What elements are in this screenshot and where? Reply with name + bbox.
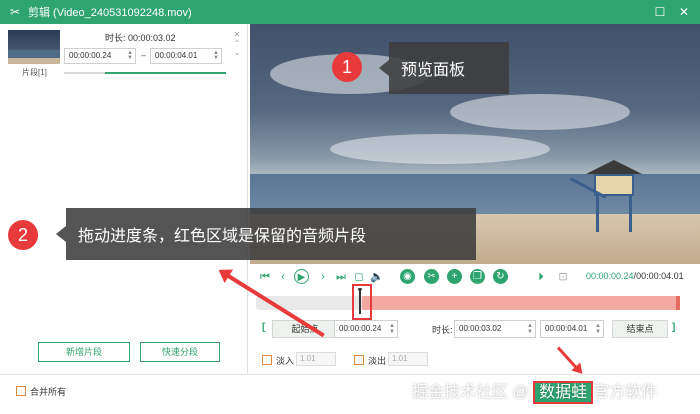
clip-start-time-input[interactable]: 00:00:00.24 ▲ ▼ — [64, 48, 136, 64]
range-row: [ 起始点 00:00:00.24 ▲ ▼ 时长: 00:00:03.02 ▲ ▼ … — [262, 320, 680, 338]
camera-icon[interactable]: ◉ — [400, 269, 415, 284]
duration-label: 时长: — [432, 325, 453, 335]
fade-out-label: 淡出 — [368, 356, 387, 366]
prev-icon[interactable]: ‹ — [276, 270, 290, 284]
total-time: 00:00:04.01 — [636, 271, 684, 281]
fade-in-checkbox[interactable] — [262, 355, 272, 365]
refresh-icon[interactable]: ↻ — [493, 269, 508, 284]
selection-end-handle[interactable] — [676, 296, 680, 310]
fade-out-input[interactable]: 1.01 — [388, 352, 428, 366]
loop-icon[interactable]: ⊡ — [556, 270, 570, 284]
clip-list-panel: 片段[1] 时长: 00:00:03.02 00:00:00.24 ▲ ▼ – 0… — [0, 24, 248, 374]
stop-icon[interactable]: ◻ — [352, 270, 366, 284]
clip-label: 片段[1] — [22, 68, 47, 77]
clip-progress-fill — [104, 72, 226, 74]
timeline-selection[interactable] — [362, 296, 680, 310]
fade-out-checkbox[interactable] — [354, 355, 364, 365]
add-segment-button[interactable]: 新增片段 — [38, 342, 130, 362]
current-time: 00:00:00.24 — [586, 271, 634, 281]
annotation-arrow — [556, 346, 578, 370]
maximize-icon[interactable]: ☐ — [652, 4, 668, 20]
watermark: 掘金技术社区 @ 数据蛙 官方软件 — [412, 378, 658, 404]
scissors-icon: ✂ — [9, 5, 21, 19]
start-time-value: 00:00:00.24 — [339, 324, 382, 333]
play-selection-icon[interactable]: ⏵ — [534, 270, 548, 284]
clip-thumbnail[interactable] — [8, 30, 60, 64]
clip-start-time-value: 00:00:00.24 — [69, 51, 112, 60]
clip-side-controls: ✕ ⌃ ⌄ — [232, 30, 242, 57]
close-icon[interactable]: ✕ — [676, 4, 692, 20]
close-icon[interactable]: ✕ — [232, 30, 242, 39]
scissor-icon[interactable]: ✂ — [424, 269, 439, 284]
skip-end-icon[interactable]: ⏭ — [334, 270, 348, 284]
annotation-callout-1: 预览面板 — [379, 42, 509, 94]
fade-row: 淡入 1.01 淡出 1.01 — [262, 352, 462, 368]
time-readout: 00:00:00.24/00:00:04.01 — [586, 271, 684, 281]
volume-icon[interactable]: 🔈 — [370, 270, 384, 284]
duration-input[interactable]: 00:00:03.02 ▲ ▼ — [454, 320, 536, 338]
end-time-input[interactable]: 00:00:04.01 ▲ ▼ — [540, 320, 604, 338]
lifeguard-tower — [586, 160, 642, 174]
duration-value: 00:00:03.02 — [459, 324, 502, 333]
chevron-down-icon[interactable]: ⌄ — [232, 48, 242, 57]
watermark-highlight: 数据蛙 — [533, 381, 594, 404]
clip-duration: 时长: 00:00:03.02 — [105, 33, 176, 43]
chevron-up-icon[interactable]: ⌃ — [232, 39, 242, 48]
annotation-highlight-box — [352, 284, 372, 320]
start-time-input[interactable]: 00:00:00.24 ▲ ▼ — [334, 320, 398, 338]
copy-icon[interactable]: ❐ — [470, 269, 485, 284]
range-separator: – — [141, 50, 147, 60]
set-end-button[interactable]: 结束点 — [612, 320, 668, 338]
bracket-left: [ — [262, 322, 266, 333]
merge-all-checkbox[interactable] — [16, 386, 26, 396]
spinner-icon[interactable]: ▲ ▼ — [213, 50, 219, 61]
spinner-icon[interactable]: ▲ ▼ — [595, 323, 601, 335]
annotation-badge-2: 2 — [8, 220, 38, 250]
annotation-badge-1: 1 — [332, 52, 362, 82]
skip-start-icon[interactable]: ⏮ — [258, 270, 272, 284]
end-time-value: 00:00:04.01 — [545, 324, 588, 333]
add-icon[interactable]: + — [447, 269, 462, 284]
play-icon[interactable]: ▶ — [294, 269, 309, 284]
merge-all-label: 合并所有 — [30, 387, 67, 397]
fade-in-label: 淡入 — [276, 356, 295, 366]
bracket-right: ] — [672, 322, 676, 333]
watermark-suffix: 官方软件 — [593, 384, 658, 401]
window-title: 剪辑 (Video_240531092248.mov) — [28, 7, 192, 19]
fade-in-input[interactable]: 1.01 — [296, 352, 336, 366]
spinner-icon[interactable]: ▲ ▼ — [127, 50, 133, 61]
spinner-icon[interactable]: ▲ ▼ — [389, 323, 395, 335]
watermark-prefix: 掘金技术社区 @ — [412, 384, 534, 401]
timeline-track[interactable] — [256, 296, 680, 310]
title-bar: ✂ 剪辑 (Video_240531092248.mov) ☐ ✕ — [0, 0, 700, 24]
clip-end-time-value: 00:00:04.01 — [155, 51, 198, 60]
clip-end-time-input[interactable]: 00:00:04.01 ▲ ▼ — [150, 48, 222, 64]
quick-split-button[interactable]: 快速分段 — [140, 342, 220, 362]
clip-progress-bar — [64, 72, 226, 74]
next-icon[interactable]: › — [316, 270, 330, 284]
spinner-icon[interactable]: ▲ ▼ — [527, 323, 533, 335]
annotation-callout-2: 拖动进度条，红色区域是保留的音频片段 — [56, 208, 476, 260]
